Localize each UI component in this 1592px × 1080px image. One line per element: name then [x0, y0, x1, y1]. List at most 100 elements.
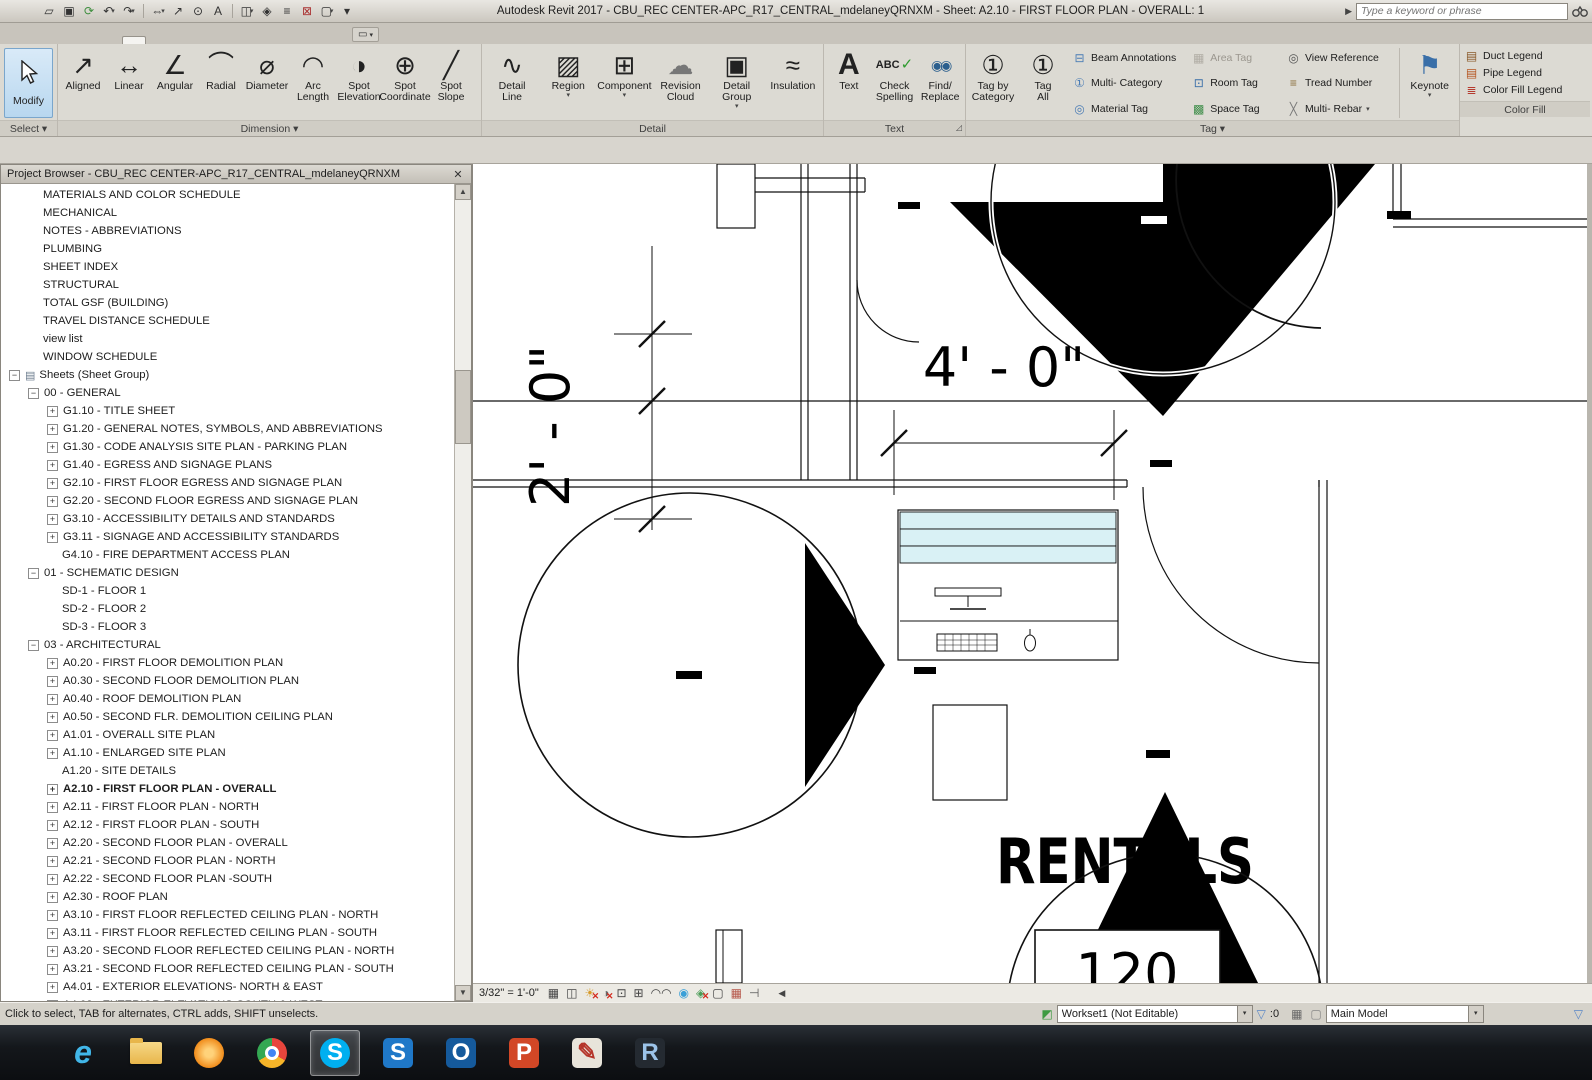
- close-icon[interactable]: ✕: [451, 168, 465, 181]
- tree-item-sheet[interactable]: + A4.01 - EXTERIOR ELEVATIONS- NORTH & E…: [1, 978, 454, 996]
- dimension-text-vertical[interactable]: 2' - 0": [519, 345, 582, 507]
- taskbar-outlook[interactable]: O: [436, 1030, 486, 1076]
- color-fill-legend-button[interactable]: ≣ Color Fill Legend: [1464, 81, 1586, 98]
- ribbon-display-toggle[interactable]: ▭ ▾: [352, 27, 379, 42]
- tree-item-schedule[interactable]: MATERIALS AND COLOR SCHEDULE: [1, 186, 454, 204]
- panel-label-text[interactable]: Text ◿: [824, 120, 965, 136]
- tag-icon[interactable]: ⊙▾: [189, 2, 207, 20]
- tree-item-schedule[interactable]: NOTES - ABBREVIATIONS: [1, 222, 454, 240]
- tree-item-sheet[interactable]: + A1.01 - OVERALL SITE PLAN: [1, 726, 454, 744]
- tree-item-sheet[interactable]: + A2.20 - SECOND FLOOR PLAN - OVERALL: [1, 834, 454, 852]
- tree-item-sheet-folder[interactable]: − 00 - GENERAL: [1, 384, 454, 402]
- qat-separator[interactable]: [143, 4, 144, 18]
- tree-item-sheet[interactable]: + A2.10 - FIRST FLOOR PLAN - OVERALL: [1, 780, 454, 798]
- tab-manage[interactable]: [234, 36, 256, 44]
- tree-item-sheet[interactable]: + G1.20 - GENERAL NOTES, SYMBOLS, AND AB…: [1, 420, 454, 438]
- spot-slope-button[interactable]: ╱ SpotSlope ▾: [428, 46, 474, 120]
- taskbar-media-app[interactable]: [184, 1030, 234, 1076]
- tree-item-sheet[interactable]: + A3.10 - FIRST FLOOR REFLECTED CEILING …: [1, 906, 454, 924]
- view-reference-button[interactable]: ◎View Reference▾: [1286, 49, 1393, 66]
- crop-view-icon[interactable]: ⊡✕: [616, 987, 626, 999]
- infocenter-collapse-icon[interactable]: ▶: [1345, 6, 1352, 17]
- tab-insert[interactable]: [100, 36, 122, 44]
- tab-view[interactable]: [212, 36, 234, 44]
- tree-item-sheet[interactable]: + G1.30 - CODE ANALYSIS SITE PLAN - PARK…: [1, 438, 454, 456]
- undo-icon[interactable]: ↶ ▾: [100, 2, 118, 20]
- scroll-up-icon[interactable]: ▲: [455, 184, 471, 200]
- tree-item-sheet[interactable]: + A0.50 - SECOND FLR. DEMOLITION CEILING…: [1, 708, 454, 726]
- aligned-dimension-icon[interactable]: ↗▾: [169, 2, 187, 20]
- spot-coordinate-button[interactable]: ⊕ SpotCoordinate ▾: [379, 46, 430, 120]
- tree-item-sheet[interactable]: + A3.20 - SECOND FLOOR REFLECTED CEILING…: [1, 942, 454, 960]
- taskbar-sketchup[interactable]: ✎: [562, 1030, 612, 1076]
- display-settings-icon[interactable]: ▢: [1310, 1007, 1321, 1021]
- taskbar-powerpoint[interactable]: P: [499, 1030, 549, 1076]
- close-hidden-windows-icon[interactable]: ⊠▾: [298, 2, 316, 20]
- tab-structure[interactable]: [56, 36, 78, 44]
- search-icon[interactable]: [1572, 5, 1588, 17]
- sun-path-icon[interactable]: ☀ ✕: [584, 987, 599, 1001]
- tree-item-schedule[interactable]: SHEET INDEX: [1, 258, 454, 276]
- panel-label-tag[interactable]: Tag ▾: [966, 120, 1459, 136]
- tag-by-category-button[interactable]: ① Tag by Category: [968, 46, 1018, 120]
- room-tag-button[interactable]: ⊡ Room Tag: [1191, 75, 1278, 92]
- chevron-down-icon[interactable]: ▾: [1236, 1006, 1252, 1022]
- tree-item-sheet[interactable]: + G3.11 - SIGNAGE AND ACCESSIBILITY STAN…: [1, 528, 454, 546]
- tree-item-sheet[interactable]: + A0.30 - SECOND FLOOR DEMOLITION PLAN: [1, 672, 454, 690]
- visual-style-icon[interactable]: ◫✕: [566, 987, 577, 999]
- tree-item-sheet[interactable]: + A2.30 - ROOF PLAN: [1, 888, 454, 906]
- insulation-button[interactable]: ≈ Insulation ▾: [766, 46, 820, 120]
- tag-all-button[interactable]: ① Tag All: [1018, 46, 1068, 120]
- tree-item-sheet[interactable]: + A2.11 - FIRST FLOOR PLAN - NORTH: [1, 798, 454, 816]
- tree-item-sheet[interactable]: SD-2 - FLOOR 2: [1, 600, 454, 618]
- shadows-icon[interactable]: ◑ ✕: [602, 987, 613, 1001]
- tree-item-schedule[interactable]: PLUMBING: [1, 240, 454, 258]
- tree-item-sheet[interactable]: + A3.11 - FIRST FLOOR REFLECTED CEILING …: [1, 924, 454, 942]
- tab-annotate[interactable]: [122, 36, 146, 44]
- tree-item-sheet-folder[interactable]: − 01 - SCHEMATIC DESIGN: [1, 564, 454, 582]
- multi-rebar-button[interactable]: ╳ Multi- Rebar ▾: [1286, 100, 1393, 117]
- reveal-hidden-elements-icon[interactable]: ◉✕: [679, 987, 689, 999]
- drawing-area[interactable]: 4' - 0" 2' - 0" RENTALS 120: [473, 164, 1587, 983]
- scroll-down-icon[interactable]: ▼: [455, 985, 471, 1001]
- tree-item-sheet[interactable]: A1.20 - SITE DETAILS: [1, 762, 454, 780]
- tree-item-sheet[interactable]: + G2.20 - SECOND FLOOR EGRESS AND SIGNAG…: [1, 492, 454, 510]
- viewbar-collapse-icon[interactable]: ◀: [778, 988, 785, 999]
- tree-item-schedule[interactable]: view list: [1, 330, 454, 348]
- taskbar-revit[interactable]: R: [625, 1030, 675, 1076]
- tree-item-sheet[interactable]: + A2.22 - SECOND FLOOR PLAN -SOUTH: [1, 870, 454, 888]
- modify-button[interactable]: Modify: [4, 48, 53, 118]
- tab-modify[interactable]: [322, 36, 344, 44]
- taskbar-file-explorer[interactable]: [121, 1030, 171, 1076]
- search-input[interactable]: [1356, 2, 1568, 20]
- reveal-constraints-icon[interactable]: ⊣✕: [749, 987, 759, 999]
- analytical-model-icon[interactable]: ▦✕: [731, 987, 742, 999]
- tab-massing-site[interactable]: [168, 36, 190, 44]
- tree-item-sheets-group[interactable]: − ▤ Sheets (Sheet Group): [1, 366, 454, 384]
- tree-item-sheet[interactable]: + A0.20 - FIRST FLOOR DEMOLITION PLAN: [1, 654, 454, 672]
- taskbar-chrome[interactable]: [247, 1030, 297, 1076]
- worksets-icon[interactable]: ◩: [1041, 1007, 1052, 1021]
- detail-line-button[interactable]: ∿ DetailLine ▾: [485, 46, 539, 120]
- project-browser-title[interactable]: Project Browser - CBU_REC CENTER-APC_R17…: [1, 165, 471, 184]
- customize-qat-icon[interactable]: ▾▾: [338, 2, 356, 20]
- revision-cloud-button[interactable]: ☁ RevisionCloud ▾: [654, 46, 708, 120]
- tab-analyze[interactable]: [146, 36, 168, 44]
- beam-annotations-button[interactable]: ⊟ Beam Annotations: [1072, 49, 1183, 66]
- tab-architecture[interactable]: [34, 36, 56, 44]
- taskbar-skype-business[interactable]: S: [373, 1030, 423, 1076]
- tree-item-schedule[interactable]: TOTAL GSF (BUILDING): [1, 294, 454, 312]
- design-option-select[interactable]: Main Model ▾: [1325, 1005, 1484, 1023]
- multi-category-button[interactable]: ① Multi- Category: [1072, 75, 1183, 92]
- panel-label-select[interactable]: Select ▾: [0, 120, 57, 136]
- duct-legend-button[interactable]: ▤ Duct Legend: [1464, 47, 1586, 64]
- switch-windows-icon[interactable]: ▢ ▾: [318, 2, 336, 20]
- section-icon[interactable]: ◈▾: [258, 2, 276, 20]
- tree-item-sheet[interactable]: + G1.10 - TITLE SHEET: [1, 402, 454, 420]
- browser-scrollbar[interactable]: ▲ ▼: [454, 184, 471, 1001]
- diameter-dimension-button[interactable]: ⌀ Diameter ▾: [244, 46, 290, 120]
- dimension-text-horizontal[interactable]: 4' - 0": [923, 336, 1085, 399]
- temporary-hide-isolate-icon[interactable]: ◠◠✕: [651, 987, 672, 999]
- panel-label-color-fill[interactable]: Color Fill: [1460, 101, 1590, 117]
- tree-item-sheet[interactable]: SD-3 - FLOOR 3: [1, 618, 454, 636]
